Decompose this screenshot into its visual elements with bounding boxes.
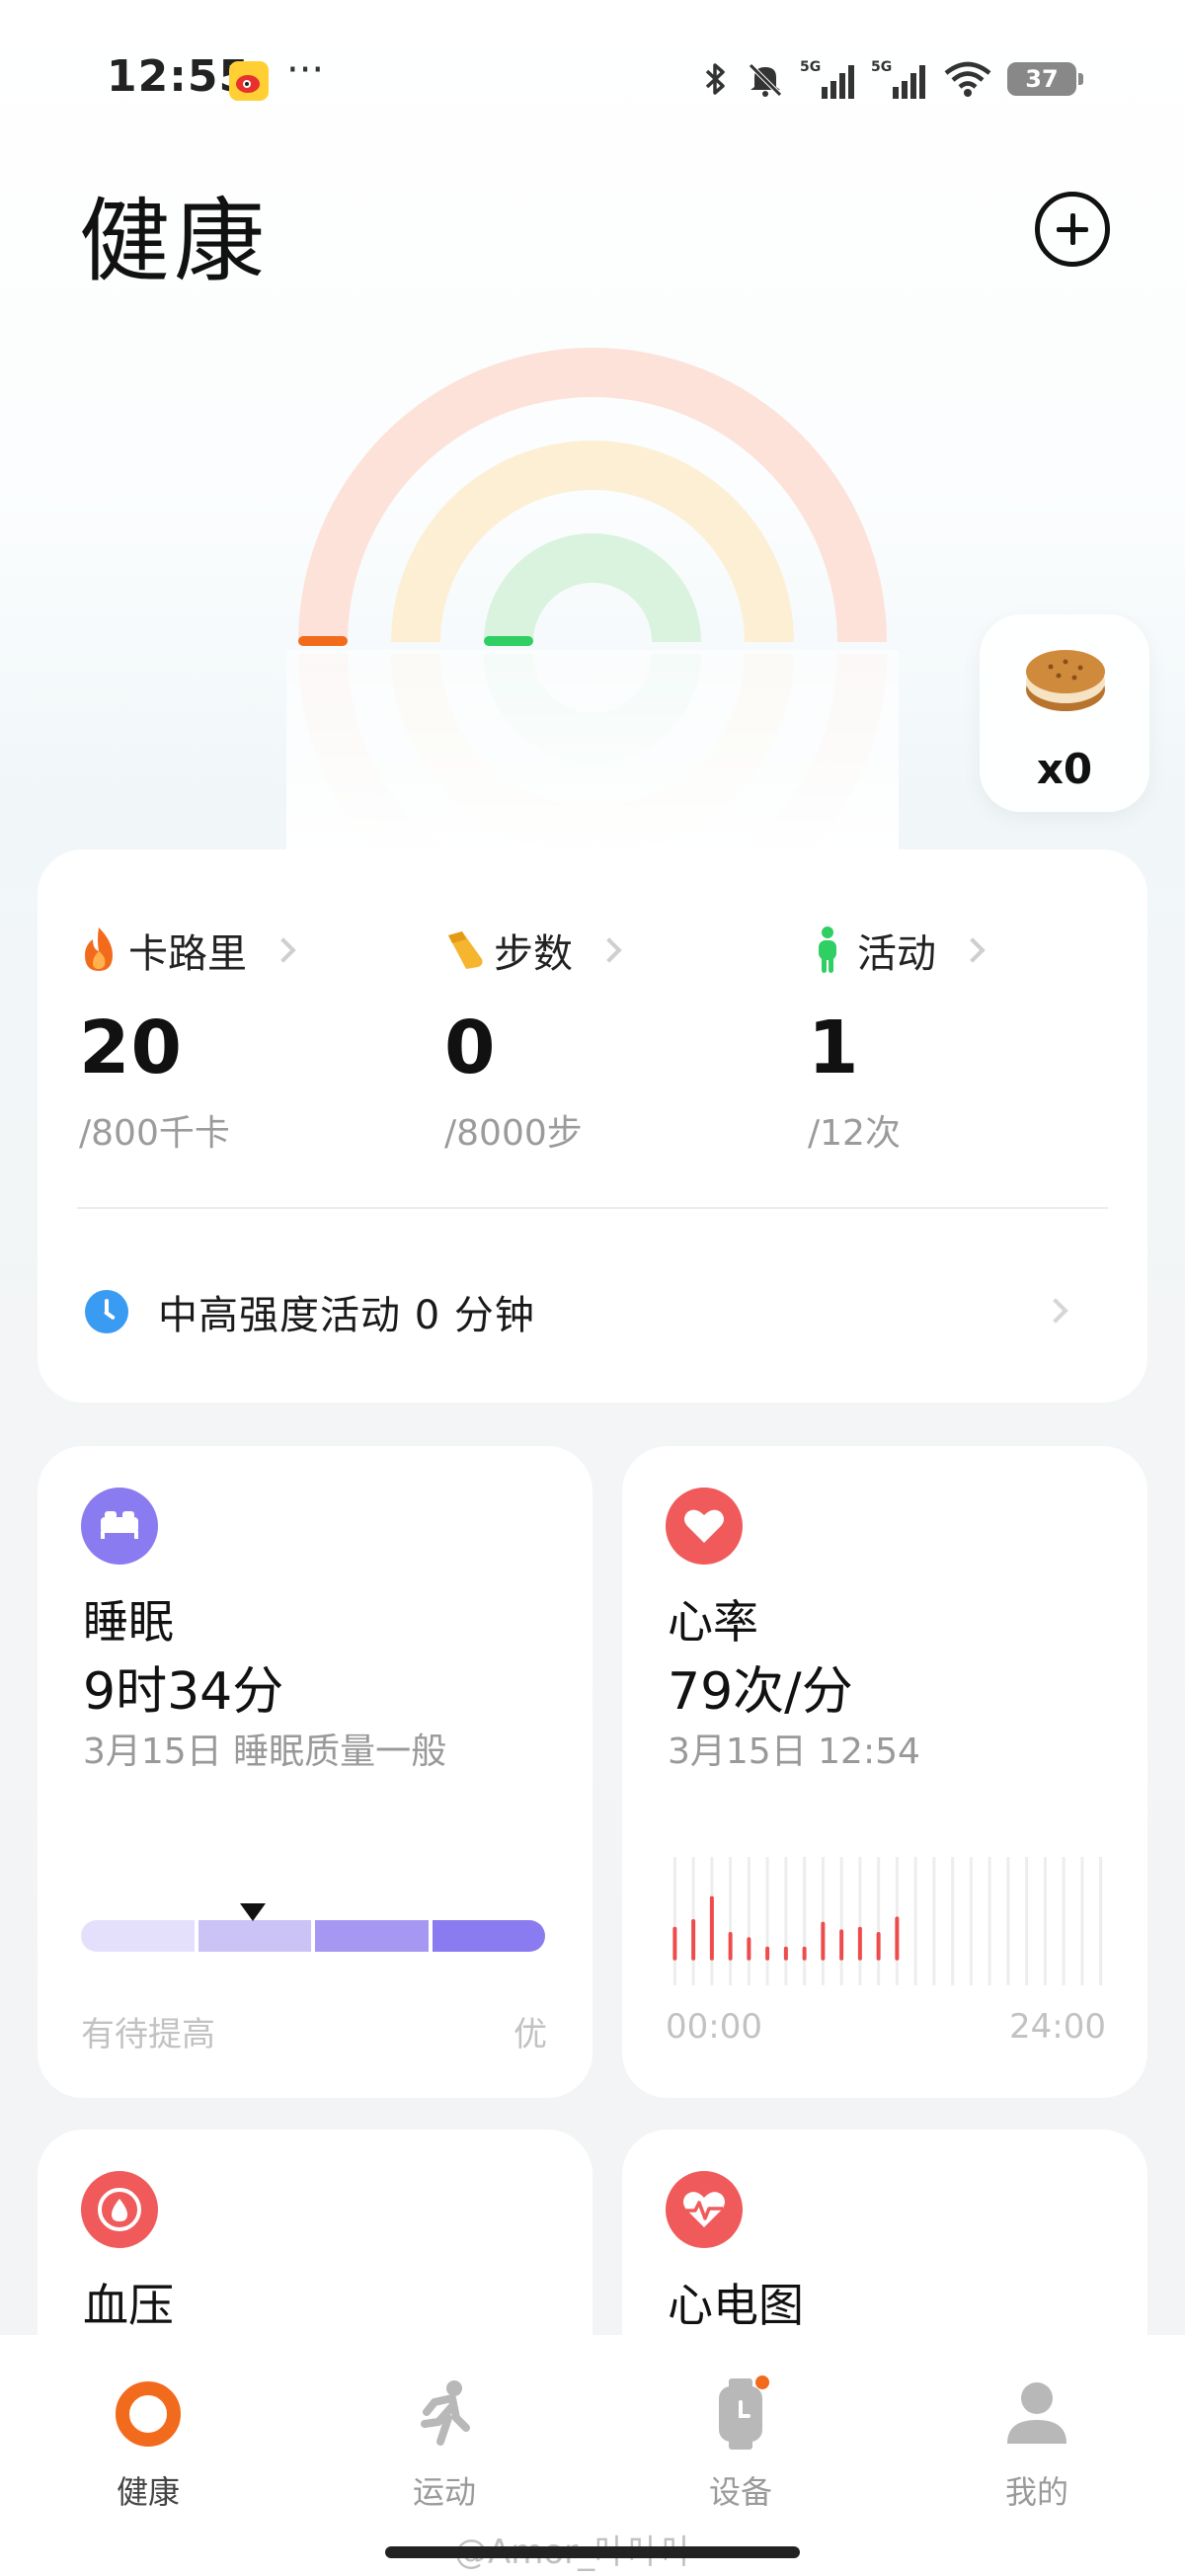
sleep-quality-segment [198,1920,311,1952]
calories-goal: /800千卡 [79,1113,230,1154]
activity-ring-progress [484,636,533,646]
sleep-quality-segment [81,1920,195,1952]
bluetooth-icon [705,63,725,95]
chevron-right-icon [596,937,622,963]
calories-value: 20 [79,1006,183,1090]
intensity-row[interactable]: 中高强度活动 0 分钟 [85,1272,1108,1351]
chevron-right-icon [271,937,296,963]
sleep-scale-high: 优 [514,2015,547,2054]
sleep-scale-low: 有待提高 [81,2015,215,2054]
heart-rate-chart [672,1857,1103,1985]
watch-icon [701,2375,780,2454]
nav-item-device[interactable]: 设备 [592,2375,889,2513]
heart-icon [666,1488,743,1565]
cookie-icon [1026,650,1105,711]
reward-badge[interactable]: x0 [980,614,1149,812]
nav-item-profile[interactable]: 我的 [889,2375,1185,2513]
activity-label: 活动 [857,931,936,977]
blood-drop-icon [81,2171,158,2248]
nav-label-health: 健康 [116,2473,180,2511]
heart-rate-card[interactable]: 心率 79次/分 3月15日 12:54 00:00 24:00 [622,1446,1147,2098]
steps-value: 0 [444,1006,497,1090]
daily-summary-card: 卡路里 20 /800千卡 步数 0 /8000步 活动 1 /12次 中高强度… [38,849,1147,1403]
sleep-quality-bar [81,1920,545,1952]
bed-icon [81,1488,158,1565]
activity-rings[interactable] [286,346,899,859]
chevron-right-icon [960,937,986,963]
reward-count: x0 [1036,745,1093,793]
ecg-title: 心电图 [668,2279,804,2332]
battery-indicator: 37 [1007,62,1083,96]
person-standing-icon [819,926,836,973]
blood-pressure-title: 血压 [83,2279,174,2332]
flame-icon [85,927,113,971]
chevron-right-icon [1043,1298,1068,1324]
sleep-quality-segment [432,1920,545,1952]
nav-item-exercise[interactable]: 运动 [296,2375,592,2513]
calories-label: 卡路里 [128,931,247,977]
heart-rate-title: 心率 [668,1595,758,1649]
intensity-text: 中高强度活动 0 分钟 [158,1293,535,1338]
activity-value: 1 [808,1006,860,1090]
sleep-title: 睡眠 [83,1595,174,1649]
steps-goal: /8000步 [444,1113,583,1154]
sleep-quality-marker [239,1903,266,1921]
sleep-quality-segment [315,1920,429,1952]
mute-icon [749,63,782,97]
nav-item-health[interactable]: 健康 [0,2375,296,2513]
shoe-icon [448,931,483,969]
ecg-heart-icon [666,2171,743,2248]
signal-icon-sim2: 5G [871,59,925,99]
add-button[interactable] [1035,192,1110,267]
activity-metric[interactable]: 活动 1 /12次 [808,921,1134,1156]
nav-label-device: 设备 [708,2473,772,2511]
nav-label-profile: 我的 [1004,2473,1068,2511]
heart-rate-x-end: 24:00 [1009,2007,1106,2047]
weibo-notification-icon [229,61,269,101]
sleep-card[interactable]: 睡眠 9时34分 3月15日 睡眠质量一般 有待提高 优 [38,1446,592,2098]
calories-ring-track [298,348,887,642]
sleep-subtitle: 3月15日 睡眠质量一般 [83,1731,447,1772]
steps-metric[interactable]: 步数 0 /8000步 [444,921,770,1156]
running-icon [405,2375,484,2454]
steps-label: 步数 [494,931,573,977]
page-title: 健康 [79,189,270,294]
status-bar: 12:55 ··· 5G 5G 37 [0,0,1185,158]
clock-icon [85,1290,128,1333]
heart-rate-x-start: 00:00 [666,2007,762,2047]
calories-metric[interactable]: 卡路里 20 /800千卡 [79,921,405,1156]
heart-rate-value: 79次/分 [668,1662,853,1722]
home-indicator[interactable] [385,2546,800,2558]
calories-ring-progress [298,636,348,646]
more-notifications-icon: ··· [286,47,325,93]
profile-icon [997,2375,1076,2454]
signal-icon-sim1: 5G [800,59,854,99]
health-ring-icon [109,2375,188,2454]
divider [77,1207,1108,1209]
status-icons: 5G 5G 37 [701,57,1083,101]
svg-text:5G: 5G [871,59,892,75]
activity-goal: /12次 [808,1113,901,1154]
nav-label-exercise: 运动 [412,2473,476,2511]
sleep-duration: 9时34分 [83,1662,284,1722]
wifi-icon [944,61,991,97]
heart-rate-subtitle: 3月15日 12:54 [668,1731,920,1772]
svg-text:5G: 5G [800,59,821,75]
activity-ring-track [484,533,701,642]
